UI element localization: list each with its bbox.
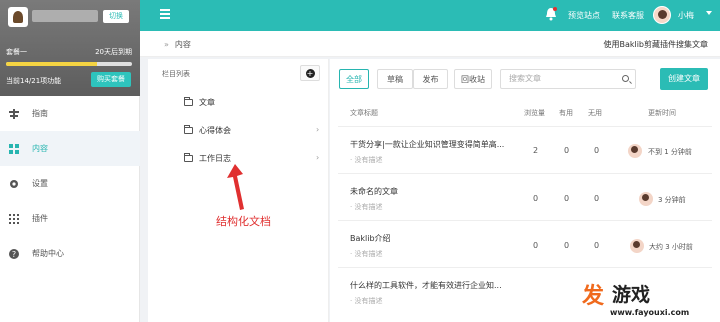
sidebar-item-label: 内容 [32,144,48,153]
apps-icon [9,213,19,224]
updated-time: 不到 1 分钟前 [648,148,692,156]
menu-icon[interactable] [160,9,170,19]
site-logo-icon[interactable] [8,7,28,27]
article-title[interactable]: Baklib介绍 [350,233,391,244]
add-column-button[interactable]: + [300,65,320,81]
tree-header: 栏目列表 [162,70,190,78]
sidebar-item-content[interactable]: 内容 [0,131,140,166]
help-icon: ? [9,248,19,259]
switch-site-button[interactable]: 切换 [103,10,129,23]
article-title[interactable]: 什么样的工具软件，才能有效进行企业知... [350,280,502,291]
tree-item-insights[interactable]: 心得体会 [184,125,231,136]
tab-drafts[interactable]: 草稿 [377,69,413,89]
article-desc: · 没有描述 [350,297,383,305]
breadcrumb-current: » 内容 [164,40,191,49]
avatar [630,239,644,253]
article-title[interactable]: 干货分享|一款让企业知识管理变得简单高... [350,139,504,150]
watermark-logo: 发 [582,284,605,309]
useful-count: 0 [564,194,570,203]
useless-count: 0 [594,146,600,155]
table-row[interactable]: 未命名的文章 · 没有描述 0 0 0 3 分钟前 [338,173,712,220]
guide-icon [9,108,19,119]
tab-published[interactable]: 发布 [413,69,448,89]
column-header-useful: 有用 [559,109,573,117]
sidebar-item-label: 指南 [32,109,48,118]
plan-expiry: 20天后到期 [95,48,132,56]
tree-item-label: 心得体会 [199,126,231,135]
sidebar-item-settings[interactable]: 设置 [0,166,140,201]
views-count: 0 [533,194,539,203]
updated-time: 大约 3 小时前 [649,243,693,251]
updated-time: 3 分钟前 [658,196,686,204]
tab-trash[interactable]: 回收站 [454,69,492,89]
watermark-url: www.fayouxi.com [610,308,690,317]
tree-item-articles[interactable]: 文章 [184,97,215,108]
folder-icon [184,125,193,134]
chevron-right-icon: » [164,40,169,49]
chevron-right-icon[interactable]: › [316,153,319,162]
column-header-views: 浏览量 [524,109,545,117]
site-watermark: 发 游戏 www.fayouxi.com [582,278,717,320]
account-card: 切换 套餐一 20天后到期 当前14/21项功能 购买套餐 [0,0,140,96]
sidebar-item-label: 帮助中心 [32,249,64,258]
plan-name: 套餐一 [6,48,27,56]
annotation-arrow [227,164,244,210]
sidebar-item-guide[interactable]: 指南 [0,96,140,131]
features-used: 当前14/21项功能 [6,77,62,85]
useless-count: 0 [594,194,600,203]
avatar [639,192,653,206]
tree-item-label: 工作日志 [199,154,231,163]
sidebar-item-plugins[interactable]: 插件 [0,201,140,236]
table-row[interactable]: Baklib介绍 · 没有描述 0 0 0 大约 3 小时前 [338,220,712,267]
create-article-button[interactable]: 创建文章 [660,68,708,90]
useful-count: 0 [564,241,570,250]
contact-support-link[interactable]: 联系客服 [612,10,644,21]
chevron-down-icon[interactable] [706,11,712,15]
plan-row: 套餐一 20天后到期 [6,47,132,57]
buy-plan-button[interactable]: 购买套餐 [91,72,131,87]
preview-site-link[interactable]: 预览站点 [568,10,600,21]
svg-text:?: ? [12,250,16,259]
folder-icon [184,153,193,162]
gear-icon [9,179,19,189]
sidebar-item-help[interactable]: ? 帮助中心 [0,236,140,271]
useful-count: 0 [564,146,570,155]
annotation-label: 结构化文档 [216,215,271,228]
article-title[interactable]: 未命名的文章 [350,186,398,197]
avatar[interactable] [653,6,671,24]
column-header-useless: 无用 [588,109,602,117]
column-header-updated: 更新时间 [648,109,676,117]
plan-usage-progress-fill [6,62,97,66]
sidebar-item-label: 插件 [32,214,48,223]
breadcrumb: » 内容 使用Baklib剪藏插件搜集文章 [140,31,720,57]
article-desc: · 没有描述 [350,203,383,211]
sidebar-nav: 指南 内容 设置 插件 ? 帮助中心 [0,96,140,271]
chevron-right-icon[interactable]: › [316,125,319,134]
article-desc: · 没有描述 [350,250,383,258]
clipper-plugin-link[interactable]: 使用Baklib剪藏插件搜集文章 [603,39,708,50]
bell-icon[interactable] [545,7,557,21]
grid-icon [9,143,19,154]
plan-usage-progress [6,62,132,66]
watermark-name: 游戏 [612,284,651,306]
folder-icon [184,97,193,106]
column-header-title: 文章标题 [350,109,378,117]
tab-all[interactable]: 全部 [339,69,369,89]
article-desc: · 没有描述 [350,156,383,164]
table-row[interactable]: 干货分享|一款让企业知识管理变得简单高... · 没有描述 2 0 0 不到 1… [338,126,712,173]
top-bar: 预览站点 联系客服 小梅 [140,0,720,31]
search-input[interactable]: 搜索文章 [500,69,636,89]
views-count: 0 [533,241,539,250]
sidebar-item-label: 设置 [32,179,48,188]
avatar [628,144,642,158]
sidebar: 切换 套餐一 20天后到期 当前14/21项功能 购买套餐 指南 内容 设置 插… [0,0,140,322]
useless-count: 0 [594,241,600,250]
site-name-blurred [32,10,98,22]
views-count: 2 [533,146,539,155]
tree-item-work-log[interactable]: 工作日志 [184,153,231,164]
search-icon [622,75,629,82]
plus-icon: + [305,68,315,78]
tree-item-label: 文章 [199,98,215,107]
username[interactable]: 小梅 [678,10,694,21]
